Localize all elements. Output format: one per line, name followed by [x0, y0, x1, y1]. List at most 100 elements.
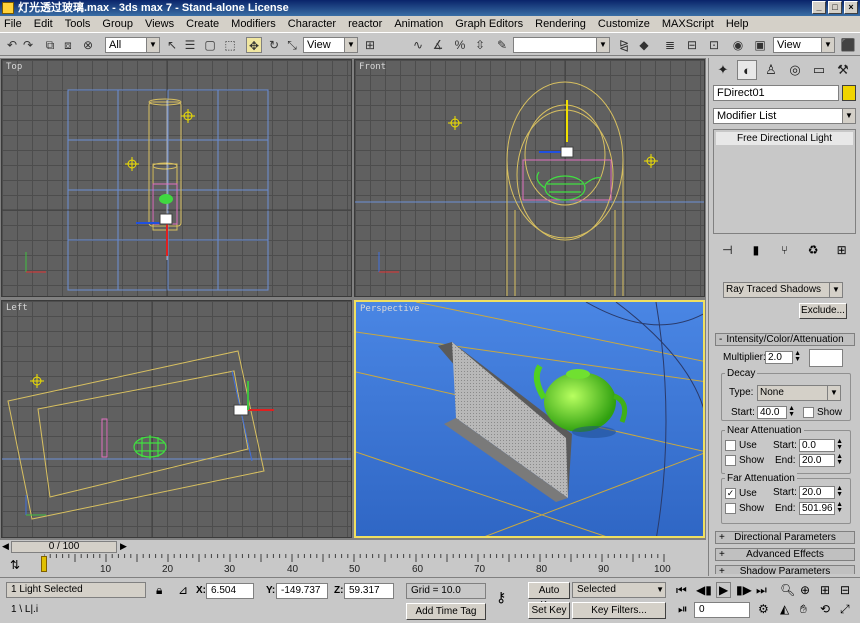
edit-named-selection-icon[interactable]: ✎: [494, 37, 510, 53]
scale-icon[interactable]: ⤡: [284, 37, 300, 53]
maximize-button[interactable]: □: [828, 1, 842, 14]
link-icon[interactable]: ⧉: [42, 37, 58, 53]
previous-frame-icon[interactable]: ◀▮: [696, 583, 712, 597]
directional-parameters-rollout-header[interactable]: + Directional Parameters: [715, 531, 855, 544]
viewport-perspective[interactable]: Perspective: [354, 300, 705, 538]
select-object-icon[interactable]: ↖: [164, 37, 180, 53]
add-time-tag-button[interactable]: Add Time Tag: [406, 603, 486, 620]
menu-character[interactable]: Character: [288, 18, 336, 30]
multiplier-spinner[interactable]: 2.0 ▲ ▼: [765, 350, 801, 364]
current-frame-marker[interactable]: [41, 556, 47, 572]
object-color-swatch[interactable]: [842, 85, 856, 101]
selection-filter-dropdown[interactable]: All ▼: [105, 37, 160, 53]
absolute-mode-icon[interactable]: ⊿: [178, 583, 188, 597]
key-filters-button[interactable]: Key Filters...: [572, 602, 666, 619]
menu-rendering[interactable]: Rendering: [535, 18, 586, 30]
next-frame-icon[interactable]: ▮▶: [736, 583, 752, 597]
set-key-button[interactable]: Set Key: [528, 602, 570, 619]
menu-maxscript[interactable]: MAXScript: [662, 18, 714, 30]
viewport-label-top[interactable]: Top: [6, 62, 22, 72]
display-tab-icon[interactable]: ▭: [809, 60, 829, 80]
arc-rotate-icon[interactable]: ⟲: [820, 602, 830, 616]
rotate-icon[interactable]: ↻: [266, 37, 282, 53]
y-coord-field[interactable]: -149.737: [276, 583, 328, 599]
current-frame-field[interactable]: 0: [694, 602, 750, 618]
make-unique-icon[interactable]: ⑂: [774, 243, 794, 257]
undo-icon[interactable]: ↶: [4, 37, 20, 53]
menu-customize[interactable]: Customize: [598, 18, 650, 30]
time-slider-thumb[interactable]: 0 / 100: [11, 541, 117, 553]
key-mode-toggle-icon[interactable]: ⏯: [678, 602, 688, 616]
menu-reactor[interactable]: reactor: [348, 18, 382, 30]
near-show-checkbox[interactable]: [725, 455, 736, 466]
rect-selection-icon[interactable]: ▢: [202, 37, 218, 53]
z-coord-field[interactable]: 59.317: [344, 583, 394, 599]
select-by-name-icon[interactable]: ☰: [182, 37, 198, 53]
menu-graph-editors[interactable]: Graph Editors: [455, 18, 523, 30]
mirror-icon[interactable]: ⧎: [616, 37, 632, 53]
menu-create[interactable]: Create: [186, 18, 219, 30]
key-selection-dropdown[interactable]: Selected ▼: [572, 582, 666, 598]
named-selection-sets-dropdown[interactable]: ▼: [513, 37, 610, 53]
menu-group[interactable]: Group: [102, 18, 133, 30]
zoom-icon[interactable]: 🔍︎: [780, 583, 795, 597]
menu-edit[interactable]: Edit: [34, 18, 53, 30]
configure-modifier-sets-icon[interactable]: ⊞: [832, 243, 852, 257]
viewport-top[interactable]: Top: [1, 59, 352, 297]
shadow-parameters-rollout-header[interactable]: + Shadow Parameters: [715, 565, 855, 574]
maxscript-listener[interactable]: 1 \ L|.i: [6, 602, 146, 618]
go-to-end-icon[interactable]: ⏭: [756, 583, 767, 597]
maximize-viewport-icon[interactable]: ⤢: [840, 602, 850, 616]
motion-tab-icon[interactable]: ◎: [785, 60, 805, 80]
object-name-field[interactable]: FDirect01: [713, 85, 839, 101]
decay-show-checkbox[interactable]: [803, 407, 814, 418]
minimize-button[interactable]: _: [812, 1, 826, 14]
close-button[interactable]: ×: [844, 1, 858, 14]
selection-lock-icon[interactable]: 🔒︎: [156, 583, 162, 597]
viewport-label-perspective[interactable]: Perspective: [360, 304, 420, 314]
decay-type-dropdown[interactable]: None ▼: [757, 385, 841, 401]
play-icon[interactable]: ▶: [716, 582, 732, 598]
time-slider-next-icon[interactable]: ▶: [120, 541, 127, 552]
decay-start-spinner[interactable]: 40.0 ▲ ▼: [757, 405, 795, 419]
snap-toggle-icon[interactable]: ∿: [410, 37, 426, 53]
menu-animation[interactable]: Animation: [394, 18, 443, 30]
go-to-start-icon[interactable]: ⏮: [676, 583, 687, 597]
spinner-snap-icon[interactable]: ⇳: [472, 37, 488, 53]
far-end-spinner[interactable]: 501.96 ▲ ▼: [799, 501, 843, 515]
intensity-rollout-header[interactable]: - Intensity/Color/Attenuation: [715, 333, 855, 346]
exclude-button[interactable]: Exclude...: [799, 303, 847, 319]
menu-file[interactable]: File: [4, 18, 22, 30]
quick-render-icon[interactable]: ⬛: [840, 37, 856, 53]
pivot-center-icon[interactable]: ⊞: [362, 37, 378, 53]
reference-coordinate-dropdown[interactable]: View ▼: [303, 37, 358, 53]
bind-space-warp-icon[interactable]: ⊗: [80, 37, 96, 53]
utilities-tab-icon[interactable]: ⚒: [833, 60, 853, 80]
far-use-checkbox[interactable]: ✓: [725, 488, 736, 499]
near-use-checkbox[interactable]: [725, 440, 736, 451]
viewport-front[interactable]: Front: [354, 59, 705, 297]
stack-item-free-directional-light[interactable]: Free Directional Light: [716, 132, 853, 145]
redo-icon[interactable]: ↷: [20, 37, 36, 53]
open-mini-curve-editor-icon[interactable]: ⇅: [10, 558, 20, 572]
field-of-view-icon[interactable]: ◭: [780, 602, 789, 616]
menu-help[interactable]: Help: [726, 18, 749, 30]
far-start-spinner[interactable]: 20.0 ▲ ▼: [799, 485, 843, 499]
zoom-all-icon[interactable]: ⊕: [800, 583, 810, 597]
time-slider-prev-icon[interactable]: ◀: [2, 541, 9, 552]
render-scene-icon[interactable]: ▣: [752, 37, 768, 53]
show-end-result-icon[interactable]: ▮: [746, 243, 766, 257]
curve-editor-icon[interactable]: ⊟: [684, 37, 700, 53]
remove-modifier-icon[interactable]: ♻: [803, 243, 823, 257]
hierarchy-tab-icon[interactable]: ♙: [761, 60, 781, 80]
create-tab-icon[interactable]: ✦: [713, 60, 733, 80]
menu-tools[interactable]: Tools: [65, 18, 91, 30]
zoom-extents-icon[interactable]: ⊞: [820, 583, 830, 597]
percent-snap-icon[interactable]: %: [452, 37, 468, 53]
schematic-view-icon[interactable]: ⊡: [706, 37, 722, 53]
modifier-list-dropdown[interactable]: Modifier List ▼: [713, 108, 856, 124]
track-bar[interactable]: ⇅ 10 20 30 40 50 60 70 80 90 100: [0, 554, 706, 576]
near-end-spinner[interactable]: 20.0 ▲ ▼: [799, 453, 843, 467]
unlink-icon[interactable]: ⧈: [60, 37, 76, 53]
menu-views[interactable]: Views: [145, 18, 174, 30]
